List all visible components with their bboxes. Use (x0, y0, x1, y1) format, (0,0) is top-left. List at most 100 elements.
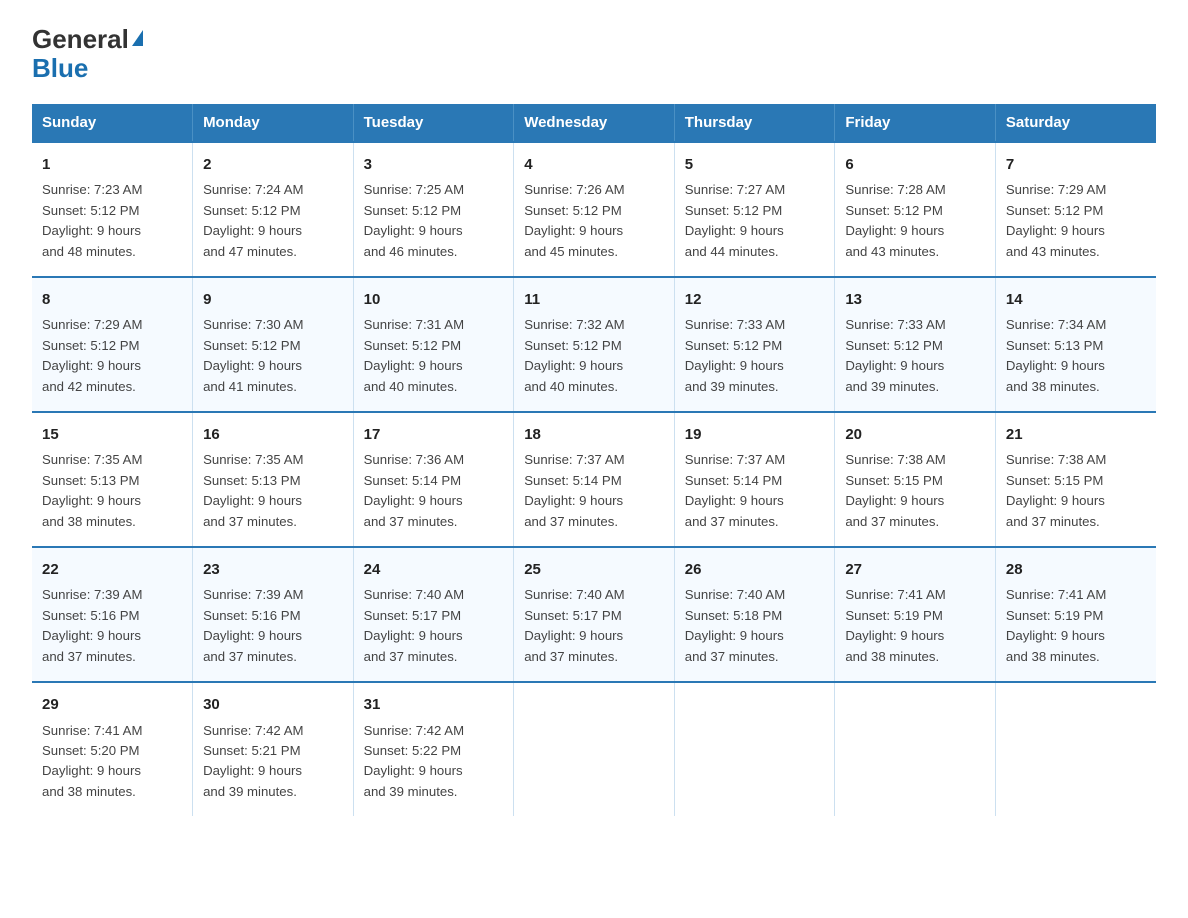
day-info: Sunrise: 7:33 AMSunset: 5:12 PMDaylight:… (845, 315, 985, 397)
calendar-header-row: SundayMondayTuesdayWednesdayThursdayFrid… (32, 104, 1156, 142)
day-info: Sunrise: 7:38 AMSunset: 5:15 PMDaylight:… (845, 450, 985, 532)
day-info: Sunrise: 7:32 AMSunset: 5:12 PMDaylight:… (524, 315, 664, 397)
day-number: 23 (203, 558, 343, 581)
calendar-cell (674, 682, 835, 816)
day-number: 6 (845, 153, 985, 176)
day-info: Sunrise: 7:39 AMSunset: 5:16 PMDaylight:… (203, 585, 343, 667)
day-number: 13 (845, 288, 985, 311)
calendar-cell: 1Sunrise: 7:23 AMSunset: 5:12 PMDaylight… (32, 142, 193, 277)
day-info: Sunrise: 7:35 AMSunset: 5:13 PMDaylight:… (203, 450, 343, 532)
header-saturday: Saturday (995, 104, 1156, 142)
calendar-cell: 30 Sunrise: 7:42 AMSunset: 5:21 PMDayligh… (193, 682, 354, 816)
day-number: 5 (685, 153, 825, 176)
day-number: 14 (1006, 288, 1146, 311)
day-number: 20 (845, 423, 985, 446)
calendar-cell: 18 Sunrise: 7:37 AMSunset: 5:14 PMDayligh… (514, 412, 675, 547)
week-row-2: 8Sunrise: 7:29 AMSunset: 5:12 PMDaylight… (32, 277, 1156, 412)
calendar-cell: 3 Sunrise: 7:25 AMSunset: 5:12 PMDaylight… (353, 142, 514, 277)
calendar-cell: 11 Sunrise: 7:32 AMSunset: 5:12 PMDayligh… (514, 277, 675, 412)
day-info: Sunrise: 7:28 AMSunset: 5:12 PMDaylight:… (845, 180, 985, 262)
calendar-cell: 5 Sunrise: 7:27 AMSunset: 5:12 PMDaylight… (674, 142, 835, 277)
day-number: 12 (685, 288, 825, 311)
day-number: 31 (364, 693, 504, 716)
day-info: Sunrise: 7:29 AMSunset: 5:12 PMDaylight:… (42, 315, 182, 397)
calendar-cell: 26 Sunrise: 7:40 AMSunset: 5:18 PMDayligh… (674, 547, 835, 682)
day-info: Sunrise: 7:42 AMSunset: 5:21 PMDaylight:… (203, 721, 343, 803)
day-info: Sunrise: 7:36 AMSunset: 5:14 PMDaylight:… (364, 450, 504, 532)
day-number: 16 (203, 423, 343, 446)
logo-blue: Blue (32, 53, 88, 84)
day-info: Sunrise: 7:29 AMSunset: 5:12 PMDaylight:… (1006, 180, 1146, 262)
calendar-cell: 14 Sunrise: 7:34 AMSunset: 5:13 PMDayligh… (995, 277, 1156, 412)
page-header: General Blue (32, 24, 1156, 84)
calendar-cell: 9 Sunrise: 7:30 AMSunset: 5:12 PMDaylight… (193, 277, 354, 412)
day-number: 9 (203, 288, 343, 311)
calendar-cell: 27 Sunrise: 7:41 AMSunset: 5:19 PMDayligh… (835, 547, 996, 682)
day-info: Sunrise: 7:41 AMSunset: 5:19 PMDaylight:… (845, 585, 985, 667)
calendar-cell: 7Sunrise: 7:29 AMSunset: 5:12 PMDaylight… (995, 142, 1156, 277)
logo-general: General (32, 24, 129, 55)
calendar-cell: 31 Sunrise: 7:42 AMSunset: 5:22 PMDayligh… (353, 682, 514, 816)
day-info: Sunrise: 7:41 AMSunset: 5:20 PMDaylight:… (42, 721, 182, 803)
logo-triangle-icon (132, 30, 143, 46)
day-info: Sunrise: 7:39 AMSunset: 5:16 PMDaylight:… (42, 585, 182, 667)
day-number: 11 (524, 288, 664, 311)
calendar-cell (995, 682, 1156, 816)
week-row-5: 29Sunrise: 7:41 AMSunset: 5:20 PMDayligh… (32, 682, 1156, 816)
day-number: 28 (1006, 558, 1146, 581)
calendar-cell: 16 Sunrise: 7:35 AMSunset: 5:13 PMDayligh… (193, 412, 354, 547)
day-number: 19 (685, 423, 825, 446)
logo: General Blue (32, 24, 143, 84)
calendar-cell: 20 Sunrise: 7:38 AMSunset: 5:15 PMDayligh… (835, 412, 996, 547)
day-info: Sunrise: 7:37 AMSunset: 5:14 PMDaylight:… (685, 450, 825, 532)
week-row-1: 1Sunrise: 7:23 AMSunset: 5:12 PMDaylight… (32, 142, 1156, 277)
week-row-4: 22 Sunrise: 7:39 AMSunset: 5:16 PMDayligh… (32, 547, 1156, 682)
day-number: 22 (42, 558, 182, 581)
day-info: Sunrise: 7:34 AMSunset: 5:13 PMDaylight:… (1006, 315, 1146, 397)
day-info: Sunrise: 7:40 AMSunset: 5:18 PMDaylight:… (685, 585, 825, 667)
day-info: Sunrise: 7:26 AMSunset: 5:12 PMDaylight:… (524, 180, 664, 262)
day-number: 18 (524, 423, 664, 446)
day-number: 26 (685, 558, 825, 581)
header-sunday: Sunday (32, 104, 193, 142)
day-info: Sunrise: 7:40 AMSunset: 5:17 PMDaylight:… (364, 585, 504, 667)
week-row-3: 15 Sunrise: 7:35 AMSunset: 5:13 PMDayligh… (32, 412, 1156, 547)
day-number: 3 (364, 153, 504, 176)
calendar-cell: 10 Sunrise: 7:31 AMSunset: 5:12 PMDayligh… (353, 277, 514, 412)
day-info: Sunrise: 7:42 AMSunset: 5:22 PMDaylight:… (364, 721, 504, 803)
calendar-cell: 25 Sunrise: 7:40 AMSunset: 5:17 PMDayligh… (514, 547, 675, 682)
day-number: 15 (42, 423, 182, 446)
calendar-cell: 13 Sunrise: 7:33 AMSunset: 5:12 PMDayligh… (835, 277, 996, 412)
calendar-cell: 19 Sunrise: 7:37 AMSunset: 5:14 PMDayligh… (674, 412, 835, 547)
header-tuesday: Tuesday (353, 104, 514, 142)
day-info: Sunrise: 7:37 AMSunset: 5:14 PMDaylight:… (524, 450, 664, 532)
day-number: 10 (364, 288, 504, 311)
day-info: Sunrise: 7:40 AMSunset: 5:17 PMDaylight:… (524, 585, 664, 667)
day-info: Sunrise: 7:25 AMSunset: 5:12 PMDaylight:… (364, 180, 504, 262)
day-number: 4 (524, 153, 664, 176)
calendar-cell: 24 Sunrise: 7:40 AMSunset: 5:17 PMDayligh… (353, 547, 514, 682)
calendar-table: SundayMondayTuesdayWednesdayThursdayFrid… (32, 104, 1156, 816)
day-info: Sunrise: 7:38 AMSunset: 5:15 PMDaylight:… (1006, 450, 1146, 532)
day-info: Sunrise: 7:35 AMSunset: 5:13 PMDaylight:… (42, 450, 182, 532)
day-number: 25 (524, 558, 664, 581)
day-number: 21 (1006, 423, 1146, 446)
day-number: 27 (845, 558, 985, 581)
header-wednesday: Wednesday (514, 104, 675, 142)
day-info: Sunrise: 7:30 AMSunset: 5:12 PMDaylight:… (203, 315, 343, 397)
day-number: 24 (364, 558, 504, 581)
day-info: Sunrise: 7:31 AMSunset: 5:12 PMDaylight:… (364, 315, 504, 397)
calendar-cell: 22 Sunrise: 7:39 AMSunset: 5:16 PMDayligh… (32, 547, 193, 682)
calendar-cell: 15 Sunrise: 7:35 AMSunset: 5:13 PMDayligh… (32, 412, 193, 547)
day-number: 30 (203, 693, 343, 716)
day-number: 17 (364, 423, 504, 446)
day-info: Sunrise: 7:24 AMSunset: 5:12 PMDaylight:… (203, 180, 343, 262)
header-friday: Friday (835, 104, 996, 142)
day-number: 2 (203, 153, 343, 176)
header-monday: Monday (193, 104, 354, 142)
calendar-cell (835, 682, 996, 816)
day-info: Sunrise: 7:27 AMSunset: 5:12 PMDaylight:… (685, 180, 825, 262)
calendar-cell: 17 Sunrise: 7:36 AMSunset: 5:14 PMDayligh… (353, 412, 514, 547)
calendar-cell: 2 Sunrise: 7:24 AMSunset: 5:12 PMDaylight… (193, 142, 354, 277)
header-thursday: Thursday (674, 104, 835, 142)
